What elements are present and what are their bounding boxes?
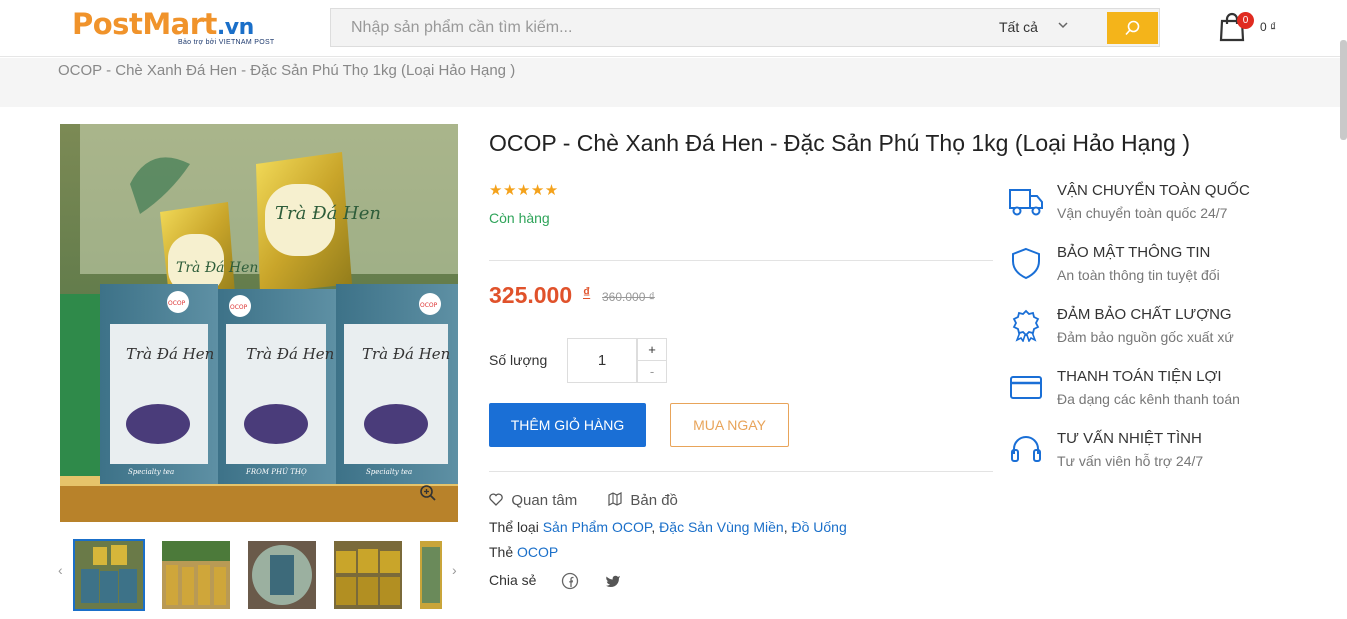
credit-card-icon bbox=[1008, 370, 1044, 404]
box-title-3: Trà Đá Hen bbox=[362, 345, 450, 363]
cart-count-badge: 0 bbox=[1237, 12, 1254, 29]
map-label: Bản đồ bbox=[630, 492, 678, 509]
search-bar: Tất cả bbox=[330, 8, 1160, 47]
tag-link-ocop[interactable]: OCOP bbox=[517, 544, 558, 560]
quantity-label: Số lượng bbox=[489, 352, 548, 368]
product-thumb-1[interactable] bbox=[73, 539, 145, 611]
breadcrumb-bar: OCOP - Chè Xanh Đá Hen - Đặc Sản Phú Thọ… bbox=[0, 58, 1347, 107]
feature-title: TƯ VẤN NHIỆT TÌNH bbox=[1057, 430, 1202, 447]
ocop-badge-3: OCOP bbox=[420, 302, 438, 309]
category-link-dac-san[interactable]: Đặc Sản Vùng Miền bbox=[659, 519, 784, 535]
chevron-down-icon bbox=[1057, 9, 1069, 46]
award-icon bbox=[1008, 308, 1044, 343]
map-link[interactable]: Bản đồ bbox=[608, 492, 678, 509]
add-to-cart-button[interactable]: THÊM GIỎ HÀNG bbox=[489, 403, 646, 447]
product-categories: Thể loại Sản Phẩm OCOP, Đặc Sản Vùng Miề… bbox=[489, 519, 847, 535]
feature-title: ĐẢM BẢO CHẤT LƯỢNG bbox=[1057, 306, 1232, 323]
scrollbar-thumb[interactable] bbox=[1340, 40, 1347, 140]
feature-desc: Đảm bảo nguồn gốc xuất xứ bbox=[1057, 329, 1234, 345]
product-thumb-5[interactable] bbox=[420, 541, 442, 609]
ocop-badge-1: OCOP bbox=[168, 300, 186, 307]
divider bbox=[489, 471, 993, 472]
search-category-select[interactable]: Tất cả bbox=[999, 9, 1079, 46]
original-price: 360.000 ₫ bbox=[602, 290, 655, 304]
box-sub-1: Specialty tea bbox=[128, 468, 174, 476]
search-category-value: Tất cả bbox=[999, 19, 1038, 35]
tea-box-2: OCOP Trà Đá Hen FROM PHÚ THỌ bbox=[218, 289, 336, 484]
shield-icon bbox=[1008, 246, 1044, 280]
bag-label-2: Trà Đá Hen bbox=[275, 203, 381, 224]
divider bbox=[489, 260, 993, 261]
sale-price: 325.000 bbox=[489, 282, 573, 308]
feature-shipping: VẬN CHUYỂN TOÀN QUỐC Vận chuyển toàn quố… bbox=[1008, 182, 1328, 232]
postmart-logo[interactable]: PostMart.vn Bảo trợ bởi VIETNAM POST bbox=[72, 8, 277, 50]
price-currency: ₫ bbox=[583, 284, 591, 300]
feature-desc: An toàn thông tin tuyệt đối bbox=[1057, 267, 1220, 283]
tags-label: Thẻ bbox=[489, 544, 514, 560]
feature-title: THANH TOÁN TIỆN LỢI bbox=[1057, 368, 1222, 385]
product-thumb-4[interactable] bbox=[334, 541, 402, 609]
feature-support: TƯ VẤN NHIỆT TÌNH Tư vấn viên hỗ trợ 24/… bbox=[1008, 430, 1328, 480]
ocop-badge-2: OCOP bbox=[230, 304, 248, 311]
map-icon bbox=[608, 492, 622, 506]
zoom-icon[interactable] bbox=[419, 484, 437, 502]
stock-status: Còn hàng bbox=[489, 210, 550, 226]
category-link-do-uong[interactable]: Đồ Uống bbox=[791, 519, 846, 535]
feature-security: BẢO MẬT THÔNG TIN An toàn thông tin tuyệ… bbox=[1008, 244, 1328, 294]
chevron-left-icon[interactable]: ‹ bbox=[58, 562, 63, 578]
buy-now-button[interactable]: MUA NGAY bbox=[670, 403, 789, 447]
headset-icon bbox=[1008, 432, 1044, 466]
search-input[interactable] bbox=[331, 9, 971, 46]
truck-icon bbox=[1008, 184, 1044, 218]
logo-tagline: Bảo trợ bởi VIETNAM POST bbox=[178, 39, 275, 46]
chevron-right-icon[interactable]: › bbox=[452, 562, 457, 578]
facebook-icon[interactable] bbox=[561, 572, 579, 590]
thumbnail-strip: ‹ › bbox=[58, 538, 468, 611]
rating-stars: ★★★★★ bbox=[489, 182, 559, 199]
feature-title: VẬN CHUYỂN TOÀN QUỐC bbox=[1057, 182, 1250, 199]
categories-label: Thể loại bbox=[489, 519, 539, 535]
wishlist-link[interactable]: Quan tâm bbox=[489, 492, 577, 509]
tea-box-1: OCOP Trà Đá Hen Specialty tea bbox=[100, 284, 218, 484]
quantity-minus-button[interactable]: - bbox=[637, 360, 667, 383]
search-button[interactable] bbox=[1107, 12, 1158, 44]
product-title: OCOP - Chè Xanh Đá Hen - Đặc Sản Phú Thọ… bbox=[489, 130, 1191, 156]
cart-total[interactable]: 0 ₫ bbox=[1260, 20, 1276, 34]
tea-product-photo: Trà Đá Hen Trà Đá Hen OCOP Trà Đá Hen Sp… bbox=[60, 124, 458, 522]
product-page: PostMart.vn Bảo trợ bởi VIETNAM POST Tất… bbox=[0, 0, 1347, 619]
quantity-input[interactable] bbox=[567, 338, 637, 383]
wishlist-label: Quan tâm bbox=[511, 492, 578, 509]
box-title-1: Trà Đá Hen bbox=[126, 345, 214, 363]
product-tags: Thẻ OCOP bbox=[489, 544, 558, 560]
product-thumb-2[interactable] bbox=[162, 541, 230, 609]
heart-icon bbox=[489, 493, 503, 506]
bag-label-1: Trà Đá Hen bbox=[176, 260, 258, 276]
box-sub-3: Specialty tea bbox=[366, 468, 412, 476]
breadcrumb: OCOP - Chè Xanh Đá Hen - Đặc Sản Phú Thọ… bbox=[58, 62, 516, 79]
quantity-plus-button[interactable]: + bbox=[637, 338, 667, 361]
product-thumb-3[interactable] bbox=[248, 541, 316, 609]
share-label: Chia sẻ bbox=[489, 572, 537, 588]
category-link-ocop[interactable]: Sản Phẩm OCOP bbox=[543, 519, 652, 535]
feature-desc: Tư vấn viên hỗ trợ 24/7 bbox=[1057, 453, 1204, 469]
box-title-2: Trà Đá Hen bbox=[246, 345, 334, 363]
product-main-image[interactable]: Trà Đá Hen Trà Đá Hen OCOP Trà Đá Hen Sp… bbox=[60, 124, 458, 522]
feature-quality: ĐẢM BẢO CHẤT LƯỢNG Đảm bảo nguồn gốc xuấ… bbox=[1008, 306, 1328, 356]
feature-desc: Đa dạng các kênh thanh toán bbox=[1057, 391, 1240, 407]
site-header: PostMart.vn Bảo trợ bởi VIETNAM POST Tất… bbox=[0, 0, 1347, 57]
tea-box-3: OCOP Trà Đá Hen Specialty tea bbox=[336, 284, 458, 484]
box-from-2: FROM PHÚ THỌ bbox=[245, 467, 307, 476]
feature-desc: Vận chuyển toàn quốc 24/7 bbox=[1057, 205, 1228, 221]
search-icon bbox=[1125, 20, 1140, 36]
twitter-icon[interactable] bbox=[604, 572, 622, 590]
feature-title: BẢO MẬT THÔNG TIN bbox=[1057, 244, 1211, 261]
feature-payment: THANH TOÁN TIỆN LỢI Đa dạng các kênh tha… bbox=[1008, 368, 1328, 418]
